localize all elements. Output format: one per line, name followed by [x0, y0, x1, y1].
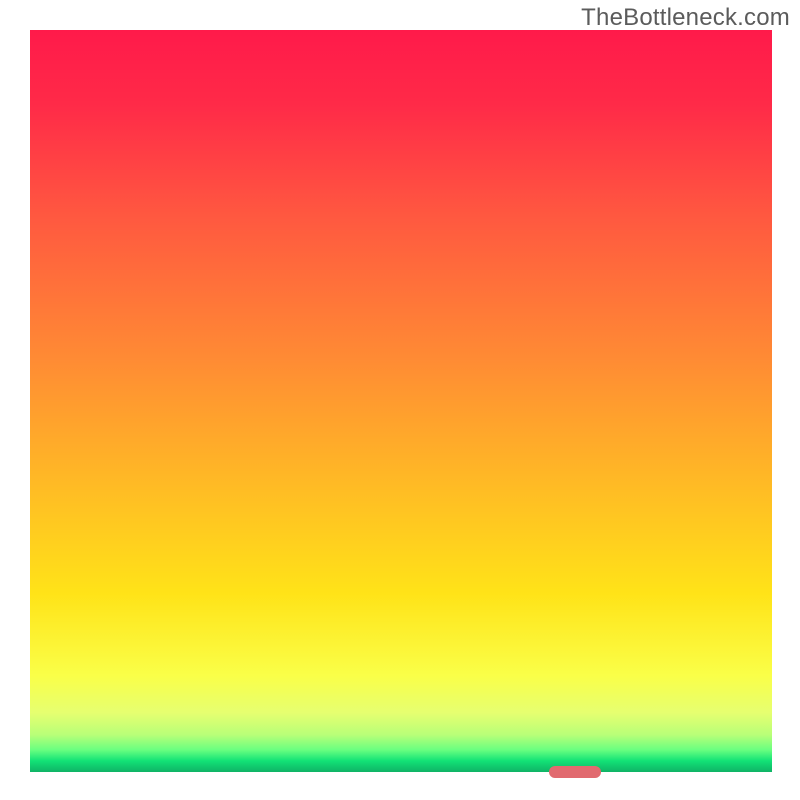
heat-gradient [30, 30, 772, 772]
bottleneck-minimum-marker [549, 766, 601, 778]
chart-container: TheBottleneck.com [0, 0, 800, 800]
watermark-text: TheBottleneck.com [581, 4, 790, 32]
plot-area [30, 30, 772, 772]
